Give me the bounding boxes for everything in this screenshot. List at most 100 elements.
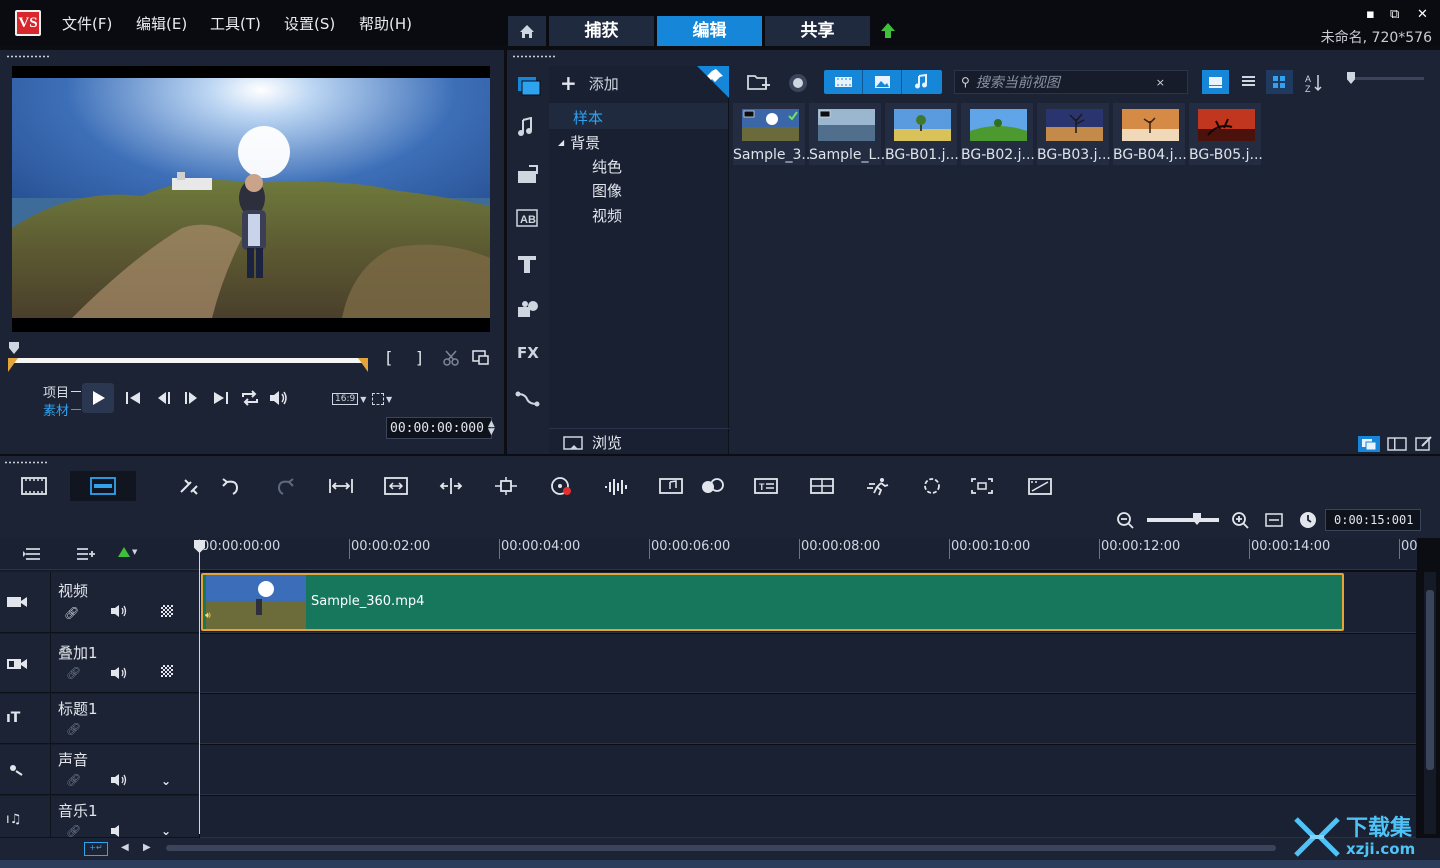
thumbnail-size-slider[interactable] [1350, 77, 1424, 80]
browse-button[interactable]: 浏览 [562, 432, 622, 453]
zoom-in-button[interactable] [1231, 511, 1251, 531]
close-button[interactable]: ✕ [1417, 7, 1428, 22]
menu-file[interactable]: 文件(F) [62, 13, 112, 34]
panel-grip[interactable] [512, 55, 556, 58]
track-manager-button[interactable] [22, 546, 44, 562]
track-options-button[interactable]: +↵ [84, 842, 108, 856]
zoom-slider[interactable] [1147, 518, 1219, 522]
options-panel-button[interactable] [1386, 436, 1408, 452]
menu-help[interactable]: 帮助(H) [359, 13, 412, 34]
home-frame-button[interactable] [124, 390, 142, 406]
track-header-voice[interactable]: 声音 🔗︎ ⌄ [0, 745, 199, 795]
tree-item-samples[interactable]: 样本 [549, 103, 728, 129]
end-frame-button[interactable] [212, 390, 230, 406]
scrubber-handle[interactable] [9, 342, 19, 354]
auto-music-button[interactable] [658, 476, 683, 496]
tree-item-image[interactable]: 图像 [592, 180, 622, 201]
tree-item-solid-color[interactable]: 纯色 [592, 156, 622, 177]
thumbnail-item[interactable]: BG-B03.j... [1037, 103, 1111, 165]
filter-video-button[interactable] [824, 70, 863, 94]
restore-button[interactable]: ⧉ [1390, 7, 1399, 22]
import-media-button[interactable] [746, 71, 772, 93]
add-track-button[interactable] [75, 546, 97, 562]
search-box[interactable]: ⚲ 搜索当前视图 × [954, 70, 1188, 94]
transition-category-button[interactable]: AB [515, 208, 539, 228]
path-category-button[interactable] [515, 389, 541, 409]
zoom-out-button[interactable] [1116, 511, 1136, 531]
timeline-view-button[interactable] [70, 471, 136, 501]
edit-properties-button[interactable] [1414, 436, 1434, 452]
toolbox-button[interactable] [177, 476, 201, 496]
timecode-field[interactable]: 00:00:00:000 ▲ ▼ [386, 417, 495, 439]
menu-edit[interactable]: 编辑(E) [136, 13, 187, 34]
fit-project-button[interactable] [328, 476, 353, 496]
horizontal-scroll-thumb[interactable] [166, 845, 1276, 851]
menu-settings[interactable]: 设置(S) [284, 13, 335, 34]
minimize-button[interactable]: ▪ [1366, 7, 1375, 22]
subtitle-editor-button[interactable]: T [753, 476, 778, 496]
mask-creator-button[interactable] [919, 476, 943, 496]
transparency-icon[interactable] [161, 605, 173, 617]
sort-button[interactable]: AZ [1303, 72, 1325, 94]
move-tool-button[interactable] [493, 476, 517, 496]
link-icon[interactable]: 🔗︎ [66, 824, 81, 838]
aspect-ratio-dropdown[interactable]: 16:9 ▼ [332, 393, 366, 405]
record-button[interactable] [549, 476, 573, 496]
title-track-lane[interactable] [200, 694, 1416, 744]
mark-out-button[interactable]: ] [416, 348, 422, 367]
upload-button[interactable] [873, 16, 903, 46]
thumbnail-item[interactable]: Sample_3... [733, 103, 809, 165]
clear-search-icon[interactable]: × [1156, 76, 1165, 89]
crop-dropdown[interactable]: ▼ [372, 393, 392, 405]
repeat-button[interactable] [240, 390, 260, 406]
view-grid-button[interactable] [1266, 70, 1293, 94]
link-icon[interactable]: 🔗︎ [64, 606, 79, 620]
graphic-category-button[interactable] [515, 298, 541, 320]
link-icon[interactable]: 🔗︎ [66, 773, 81, 787]
music-track-lane[interactable] [200, 796, 1416, 838]
audio-category-button[interactable] [515, 117, 541, 139]
thumbnail-item[interactable]: BG-B02.j... [961, 103, 1035, 165]
tab-share[interactable]: 共享 [765, 16, 870, 46]
record-capture-button[interactable] [787, 72, 809, 94]
home-button[interactable] [508, 16, 546, 46]
redo-button[interactable] [273, 476, 297, 496]
thumbnail-item[interactable]: Sample_L... [809, 103, 885, 165]
title-category-button[interactable] [515, 253, 539, 275]
media-category-button[interactable] [515, 71, 543, 97]
transparency-icon[interactable] [161, 665, 173, 677]
ripple-edit-icon[interactable]: ⌄ [161, 824, 171, 838]
search-input[interactable]: 搜索当前视图 [976, 72, 1156, 92]
tree-item-backgrounds[interactable]: ◢ 背景 [558, 132, 600, 153]
voice-track-lane[interactable] [200, 745, 1416, 795]
tab-edit[interactable]: 编辑 [657, 16, 762, 46]
next-frame-button[interactable] [182, 390, 200, 406]
mute-button[interactable] [110, 824, 128, 838]
add-folder-button[interactable]: + 添加 [560, 70, 728, 96]
link-icon[interactable]: 🔗︎ [66, 722, 81, 736]
volume-button[interactable] [268, 390, 288, 406]
track-header-title[interactable]: ıT 标题1 🔗︎ [0, 694, 199, 744]
overlay-track-lane[interactable] [200, 634, 1416, 693]
link-icon[interactable]: 🔗︎ [66, 666, 81, 680]
undo-button[interactable] [219, 476, 243, 496]
filter-category-button[interactable]: FX [517, 344, 539, 362]
app-logo[interactable]: VS [15, 10, 41, 36]
split-tool-button[interactable] [438, 476, 463, 496]
screen-capture-button[interactable] [1027, 476, 1052, 496]
instant-project-button[interactable] [515, 163, 541, 185]
previous-frame-button[interactable] [155, 390, 173, 406]
tree-item-video[interactable]: 视频 [592, 205, 622, 226]
pan-zoom-button[interactable] [969, 476, 993, 496]
vertical-scroll-thumb[interactable] [1426, 590, 1434, 770]
thumbnail-item[interactable]: BG-B01.j... [885, 103, 959, 165]
split-clip-button[interactable] [443, 350, 461, 366]
playhead[interactable] [199, 540, 200, 834]
motion-tracking-button[interactable] [700, 476, 724, 496]
thumbnail-item[interactable]: BG-B04.j... [1113, 103, 1187, 165]
timecode-spinner-icon[interactable]: ▲ ▼ [488, 420, 495, 437]
track-header-music[interactable]: ı♫ 音乐1 🔗︎ ⌄ [0, 796, 199, 838]
mute-button[interactable] [110, 773, 128, 787]
multi-camera-button[interactable] [809, 476, 834, 496]
mode-project[interactable]: 项目 [43, 382, 82, 401]
